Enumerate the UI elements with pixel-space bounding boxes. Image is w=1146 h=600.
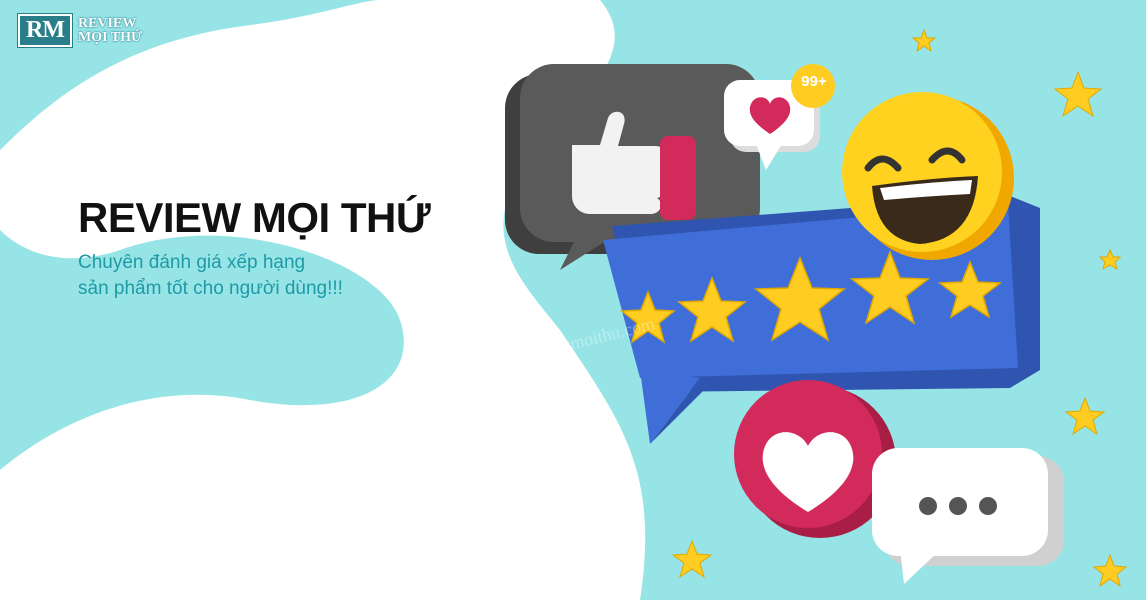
notification-count: 99+ (801, 73, 827, 90)
tagline: Chuyên đánh giá xếp hạng sản phẩm tốt ch… (78, 250, 343, 302)
star-icon (1064, 396, 1106, 436)
logo-initials: RM (18, 14, 72, 47)
chat-bubble (872, 448, 1064, 584)
logo-line-2: MỌI THỨ (77, 29, 143, 45)
tagline-line-2: sản phẩm tốt cho người dùng!!! (78, 278, 343, 299)
star-icon (1092, 553, 1128, 588)
typing-dots-icon (919, 497, 997, 515)
page-title: REVIEW MỌI THỨ (78, 194, 431, 241)
logo-line-1: REVIEW (77, 15, 137, 31)
logo-wordmark: REVIEW MỌI THỨ (77, 15, 143, 45)
star-icon (1098, 248, 1122, 271)
tagline-line-1: Chuyên đánh giá xếp hạng (78, 252, 306, 273)
site-logo[interactable]: RM REVIEW MỌI THỨ (18, 14, 142, 47)
star-icon (1053, 70, 1103, 118)
banner: RM REVIEW MỌI THỨ REVIEW MỌI THỨ Chuyên … (0, 0, 1146, 600)
star-icon (671, 539, 713, 579)
heart-badge (734, 380, 896, 538)
star-icon (911, 28, 937, 53)
